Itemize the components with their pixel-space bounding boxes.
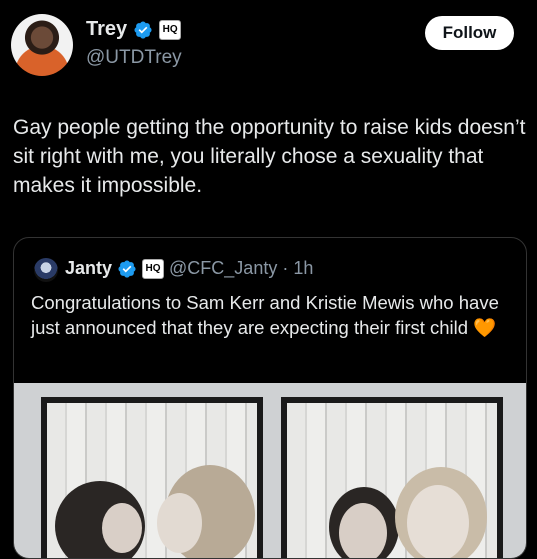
quoted-header: Janty HQ @CFC_Janty · 1h bbox=[65, 258, 313, 279]
tweet-text: Gay people getting the opportunity to ra… bbox=[13, 116, 526, 197]
person-face bbox=[157, 493, 202, 553]
verified-badge-icon bbox=[118, 259, 136, 278]
quoted-author-name[interactable]: Janty bbox=[65, 258, 112, 279]
quoted-avatar[interactable] bbox=[34, 258, 58, 282]
quoted-author-handle[interactable]: @CFC_Janty bbox=[169, 258, 277, 279]
quoted-timestamp[interactable]: 1h bbox=[293, 258, 313, 279]
follow-button[interactable]: Follow bbox=[425, 16, 514, 50]
author-name-row: Trey HQ bbox=[86, 18, 182, 41]
person-face bbox=[407, 485, 469, 558]
person-face bbox=[339, 503, 387, 558]
verified-badge-icon bbox=[134, 20, 152, 39]
photo-frame-right bbox=[287, 403, 497, 558]
hq-badge-icon: HQ bbox=[142, 258, 165, 279]
quoted-media-photo[interactable] bbox=[14, 383, 526, 558]
photo-frame-left bbox=[47, 403, 257, 558]
author-handle[interactable]: @UTDTrey bbox=[86, 47, 182, 69]
person-face bbox=[102, 503, 142, 553]
quoted-text-body: Congratulations to Sam Kerr and Kristie … bbox=[31, 292, 499, 338]
hq-badge-icon: HQ bbox=[159, 19, 182, 40]
photo-strip-right bbox=[281, 397, 503, 558]
photo-strip-left bbox=[41, 397, 263, 558]
author-avatar[interactable] bbox=[11, 14, 73, 76]
author-name[interactable]: Trey bbox=[86, 18, 127, 41]
separator-dot: · bbox=[282, 258, 289, 278]
quoted-tweet[interactable]: Janty HQ @CFC_Janty · 1h Congratulations… bbox=[13, 237, 527, 559]
quoted-text: Congratulations to Sam Kerr and Kristie … bbox=[31, 290, 516, 340]
orange-heart-emoji: 🧡 bbox=[473, 317, 497, 338]
